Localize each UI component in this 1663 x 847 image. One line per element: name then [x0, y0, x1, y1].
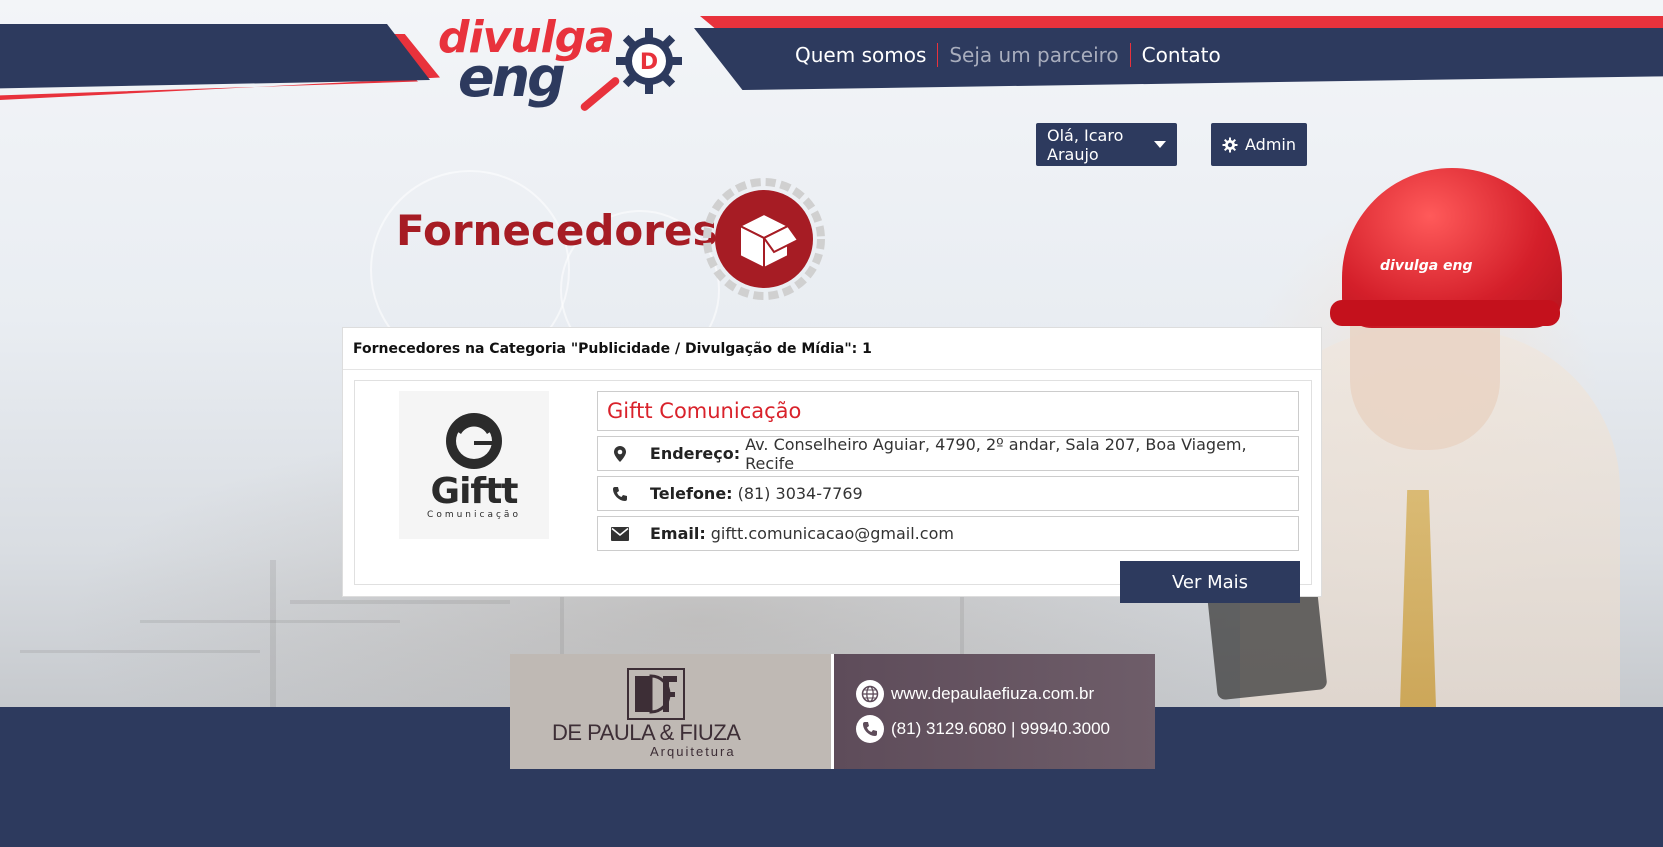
page-title: Fornecedores	[396, 206, 718, 255]
supplier-address: Endereço: Av. Conselheiro Aguiar, 4790, …	[597, 434, 1299, 473]
user-greeting: Olá, Icaro Araujo	[1047, 125, 1124, 164]
ad-website-line: www.depaulaefiuza.com.br	[856, 680, 1094, 708]
background-line	[140, 620, 400, 623]
background-line	[290, 600, 510, 604]
gear-icon	[1222, 137, 1238, 153]
caret-down-icon	[1154, 141, 1166, 148]
phone-icon	[610, 486, 630, 502]
logo-gear-letter: D	[640, 50, 658, 75]
helmet-logo: divulga eng	[1380, 258, 1473, 274]
supplier-email: Email: giftt.comunicacao@gmail.com	[597, 516, 1299, 551]
address-label: Endereço:	[649, 444, 741, 463]
supplier-logo-name: Giftt	[430, 471, 519, 512]
ad-brand-name: DE PAULA & FIUZA	[552, 720, 741, 745]
supplier-logo-sub: Comunicação	[427, 510, 521, 520]
nav-seja-um-parceiro[interactable]: Seja um parceiro	[938, 43, 1129, 67]
address-value: Av. Conselheiro Aguiar, 4790, 2º andar, …	[745, 434, 1247, 473]
email-value[interactable]: giftt.comunicacao@gmail.com	[711, 524, 954, 543]
site-logo[interactable]: divulga eng D	[436, 12, 686, 122]
phone-icon	[856, 715, 884, 743]
supplier-phone: Telefone: (81) 3034-7769	[597, 476, 1299, 511]
map-marker-icon	[610, 445, 630, 462]
admin-button[interactable]: Admin	[1211, 123, 1307, 166]
main-nav: Quem somos Seja um parceiro Contato	[784, 40, 1232, 70]
ad-brand-sub: Arquitetura	[650, 744, 736, 759]
helmet-brim	[1330, 300, 1560, 326]
nav-contato[interactable]: Contato	[1131, 43, 1232, 67]
phone-label: Telefone:	[650, 484, 733, 503]
nav-quem-somos[interactable]: Quem somos	[784, 43, 937, 67]
box-gear-icon	[703, 178, 825, 300]
phone-value: (81) 3034-7769	[737, 484, 863, 503]
background-line	[20, 650, 260, 653]
ad-contact-panel: www.depaulaefiuza.com.br (81) 3129.6080 …	[834, 654, 1155, 769]
ver-mais-button[interactable]: Ver Mais	[1120, 561, 1300, 603]
admin-label: Admin	[1245, 135, 1296, 154]
df-monogram-icon	[627, 668, 685, 720]
user-dropdown-button[interactable]: Olá, Icaro Araujo	[1036, 123, 1177, 166]
ad-phones: (81) 3129.6080 | 99940.3000	[891, 719, 1110, 738]
gear-logo-icon: D	[616, 28, 682, 94]
ad-phone-line: (81) 3129.6080 | 99940.3000	[856, 715, 1110, 743]
giftt-g-icon	[446, 413, 502, 469]
supplier-name[interactable]: Giftt Comunicação	[597, 391, 1299, 431]
background-line	[270, 560, 276, 707]
ad-brand-panel: DE PAULA & FIUZA Arquitetura	[510, 654, 831, 769]
supplier-card: Giftt Comunicação Giftt Comunicação Ende…	[354, 380, 1312, 585]
envelope-icon	[610, 526, 630, 541]
email-label: Email:	[650, 524, 706, 543]
suppliers-panel: Fornecedores na Categoria "Publicidade /…	[342, 327, 1322, 597]
logo-bottom-text: eng	[458, 46, 566, 109]
ad-website: www.depaulaefiuza.com.br	[891, 684, 1095, 703]
ad-banner[interactable]: DE PAULA & FIUZA Arquitetura www.depaula…	[510, 654, 1155, 769]
globe-icon	[856, 680, 884, 708]
panel-heading: Fornecedores na Categoria "Publicidade /…	[343, 328, 1321, 370]
supplier-logo[interactable]: Giftt Comunicação	[399, 391, 549, 539]
